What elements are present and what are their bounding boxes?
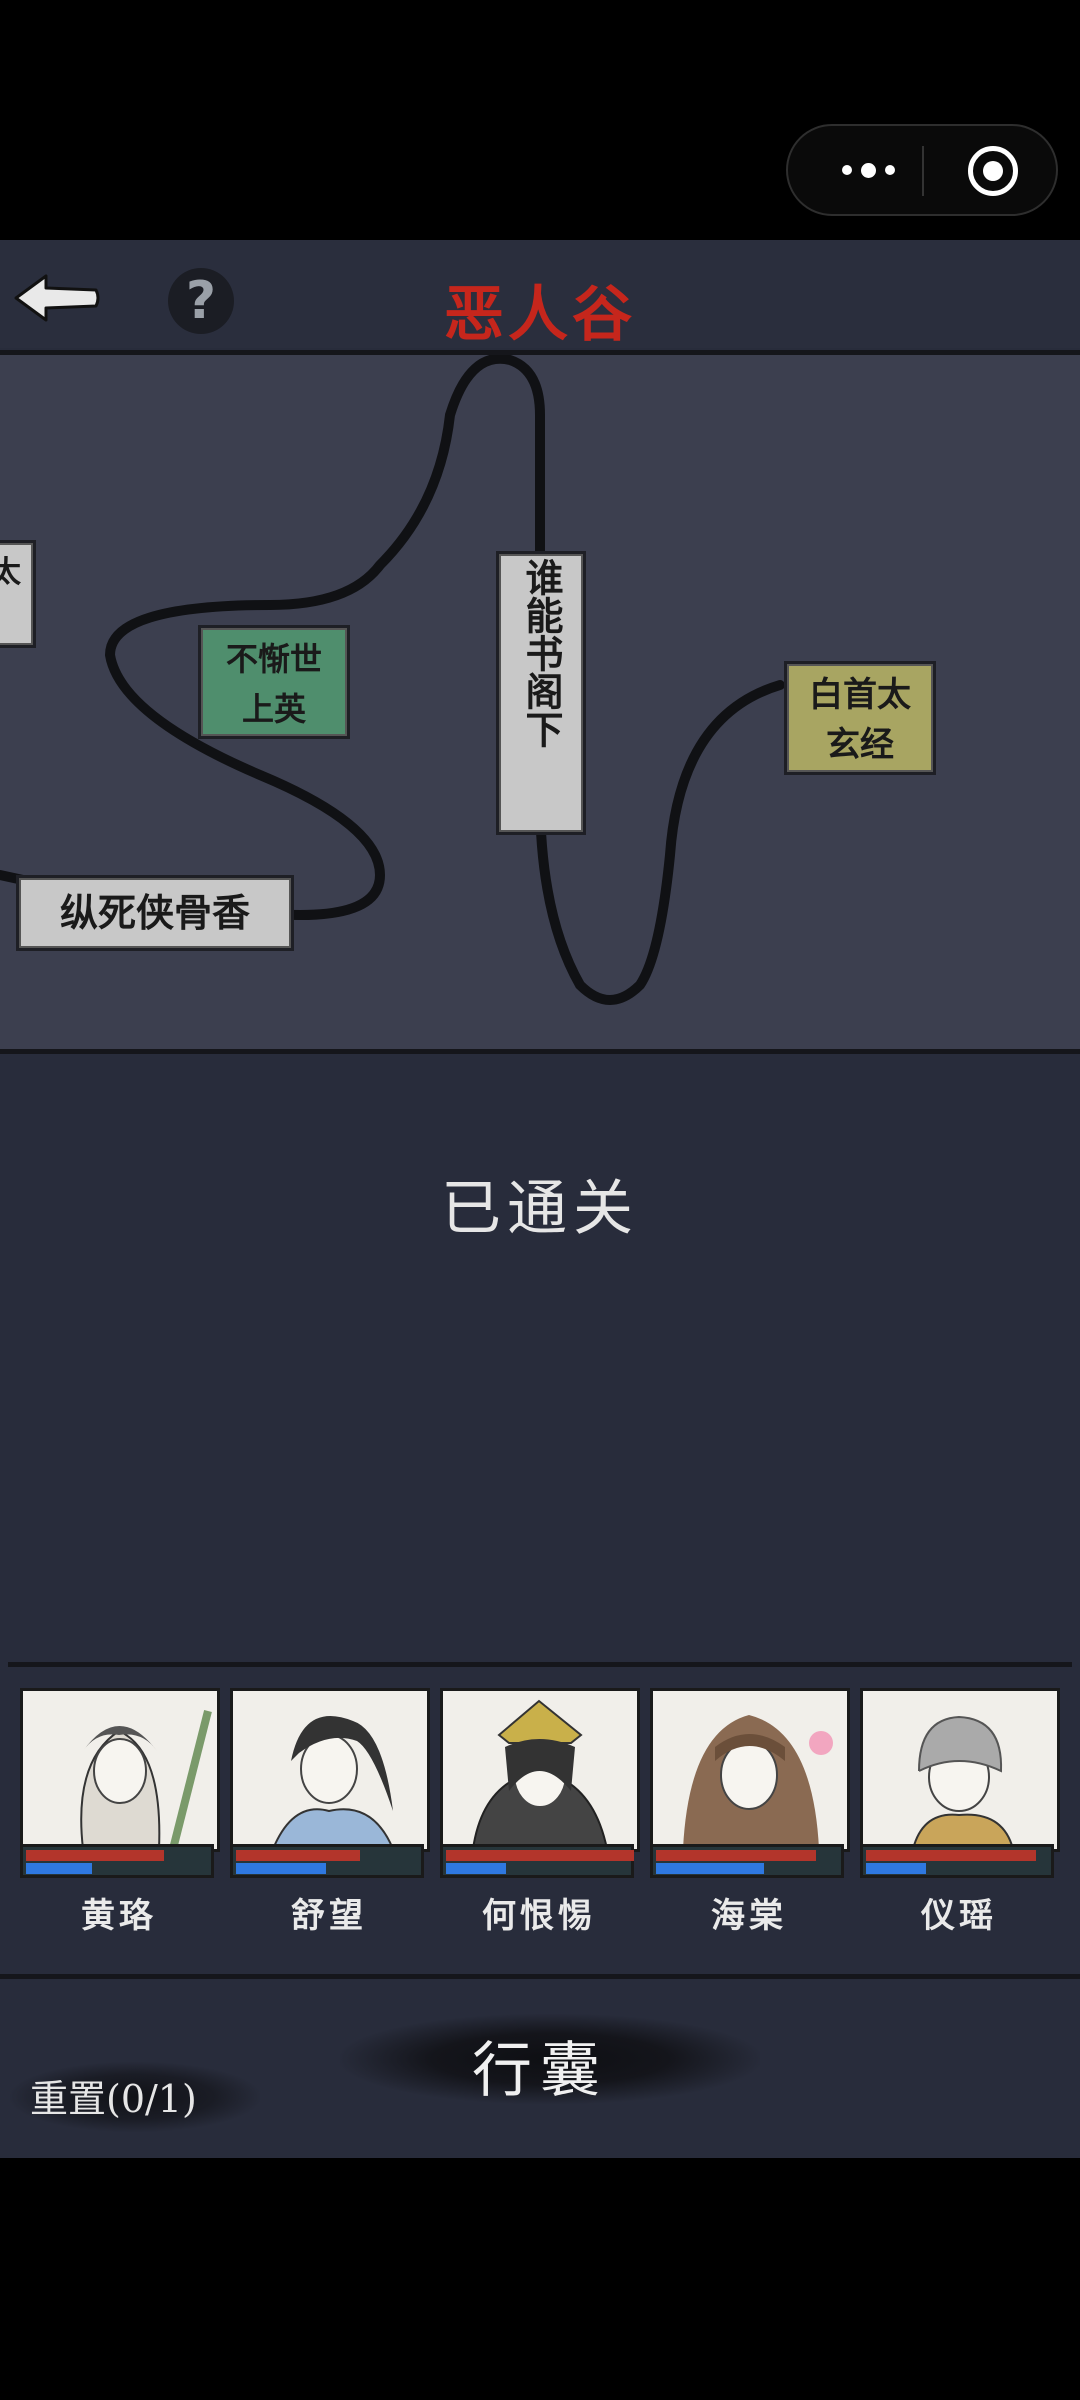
mp-bar bbox=[446, 1863, 506, 1874]
map-node-shuinengshugexia[interactable]: 谁能书阁下 bbox=[496, 551, 586, 835]
bag-button[interactable]: 行囊 bbox=[400, 2022, 680, 2109]
hp-mp-bars bbox=[230, 1844, 424, 1878]
stage-cleared-text: 已通关 bbox=[441, 1174, 639, 1244]
character-portrait[interactable] bbox=[230, 1688, 430, 1852]
level-title: 恶人谷 bbox=[444, 280, 636, 350]
back-arrow-icon[interactable] bbox=[10, 268, 102, 328]
map-node-bucanshishangying[interactable]: 不惭世 上英 bbox=[198, 625, 350, 739]
hp-bar bbox=[866, 1850, 1036, 1861]
party-divider bbox=[8, 1662, 1072, 1667]
member-name: 何恨惕 bbox=[482, 1896, 596, 1936]
mp-bar bbox=[866, 1863, 926, 1874]
hp-bar bbox=[656, 1850, 816, 1861]
hp-mp-bars bbox=[650, 1844, 844, 1878]
game-header: ? 恶人谷 bbox=[0, 240, 1080, 350]
mp-bar bbox=[656, 1863, 764, 1874]
map-node-zongsixiaguxiang[interactable]: 纵死侠骨香 bbox=[16, 875, 294, 951]
status-area bbox=[0, 0, 1080, 240]
map-node-baishoutaixuanjing[interactable]: 白首太 玄经 bbox=[784, 661, 936, 775]
member-name: 海棠 bbox=[711, 1896, 787, 1936]
member-name: 仪瑶 bbox=[921, 1896, 997, 1936]
game-screen: ? 恶人谷 太 不惭世 上英 谁能书阁下 白首太 玄经 纵死侠骨香 已通关 bbox=[0, 240, 1080, 2158]
mini-program-capsule bbox=[786, 124, 1058, 216]
mp-bar bbox=[26, 1863, 92, 1874]
party-roster: 黄珞 舒望 何恨惕 海棠 仪瑶 bbox=[20, 1688, 1060, 1936]
hp-mp-bars bbox=[860, 1844, 1054, 1878]
hp-bar bbox=[236, 1850, 360, 1861]
capsule-divider bbox=[922, 146, 924, 196]
hp-bar bbox=[446, 1850, 634, 1861]
more-menu-icon[interactable] bbox=[828, 154, 908, 186]
stage-map: 太 不惭世 上英 谁能书阁下 白首太 玄经 纵死侠骨香 bbox=[0, 350, 1080, 1054]
reset-button[interactable]: 重置(0/1) bbox=[30, 2068, 250, 2123]
character-portrait[interactable] bbox=[440, 1688, 640, 1852]
character-portrait[interactable] bbox=[650, 1688, 850, 1852]
map-node-partial[interactable]: 太 bbox=[0, 540, 36, 648]
character-portrait[interactable] bbox=[20, 1688, 220, 1852]
member-name: 舒望 bbox=[291, 1896, 367, 1936]
member-name: 黄珞 bbox=[81, 1896, 157, 1936]
mp-bar bbox=[236, 1863, 326, 1874]
hp-bar bbox=[26, 1850, 164, 1861]
close-target-icon[interactable] bbox=[968, 146, 1018, 196]
hp-mp-bars bbox=[20, 1844, 214, 1878]
hp-mp-bars bbox=[440, 1844, 634, 1878]
character-portrait[interactable] bbox=[860, 1688, 1060, 1852]
help-icon[interactable]: ? bbox=[168, 268, 234, 334]
bag-divider bbox=[0, 1974, 1080, 1979]
